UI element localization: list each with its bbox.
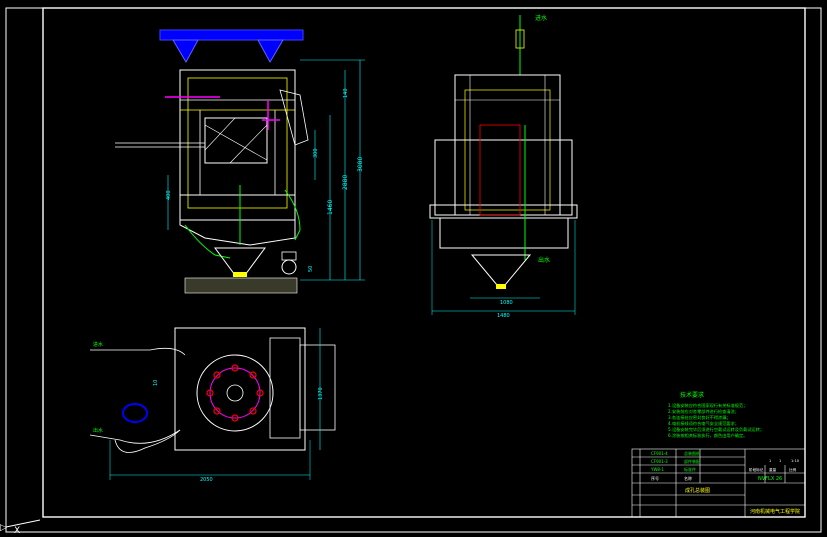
plan-left-top-note: 进水: [93, 341, 103, 348]
plan-dim-width: 2050: [200, 477, 213, 483]
plan-left-bottom-note: 出水: [93, 427, 103, 434]
plan-hose-top: [90, 347, 186, 356]
note-line-1: 1.设备安装应符合国家现行有关标准规范；: [668, 402, 747, 409]
tb-scale-1: 1: [769, 459, 771, 463]
tb-drawing-name: 成孔总装图: [685, 487, 710, 494]
dim-text-bottom: 50: [308, 266, 314, 272]
plan-dim-height: 1370: [318, 387, 324, 400]
plan-view: 进水 出水 2050 1370 10: [89, 327, 336, 483]
dim-text-inner: 1460: [327, 200, 334, 215]
front-side-note: 出水: [538, 256, 550, 264]
note-line-5: 5.设备安装完毕后须进行空载试运转及负载试运转；: [668, 426, 764, 433]
rotor-hub: [226, 384, 244, 402]
plan-right-block: [269, 337, 301, 439]
drum-front: [479, 124, 521, 216]
frame-slant: [279, 89, 309, 146]
machine-frame: [179, 69, 296, 221]
tb-code: NVFLX 26: [758, 476, 782, 482]
blue-coil: [122, 403, 148, 423]
front-base: [429, 204, 578, 219]
front-tank: [439, 217, 569, 249]
corner-axis-mark: ▷: [0, 523, 7, 533]
tb-company: 河南机械电气工程学院: [750, 508, 800, 515]
tb-row-left-3: YW8-1: [650, 467, 664, 472]
side-view: 3080 2880 1460 140 300 400 50: [115, 29, 365, 294]
green-hose-left: [184, 224, 231, 259]
tb-right-cell-2: 重量: [769, 467, 777, 472]
tb-row-mid-1: 总装图纸: [684, 450, 700, 456]
note-line-6: 6.涂装按相关标准执行，颜色由用户确定。: [668, 432, 747, 439]
front-funnel: [470, 254, 532, 286]
ground-slab: [184, 277, 298, 294]
tb-row-left-2: CF901-3: [651, 459, 668, 464]
tb-row-mid-4: 名称: [684, 475, 692, 481]
note-line-2: 2.安装前应对各零部件进行检查清洗；: [668, 408, 739, 415]
drum-hatch: [229, 124, 268, 164]
dim-text-total: 3080: [357, 157, 364, 172]
plan-dim-small: 10: [153, 380, 159, 386]
corner-x-mark: X: [14, 526, 20, 536]
front-nozzle: [496, 284, 506, 289]
tb-row-mid-3: 标准件: [684, 466, 696, 472]
tb-row-left-4: 序号: [651, 475, 659, 481]
drum-hatch: [204, 117, 236, 151]
plan-outer-frame: [174, 327, 306, 451]
tb-scale-3: 1:10: [791, 459, 800, 463]
note-line-4: 4.电机接线须符合电气安全规范要求；: [668, 420, 739, 427]
funnel-nozzle: [233, 272, 247, 277]
dim-text-height: 2880: [342, 175, 349, 190]
tb-row-mid-2: 部件装配: [684, 458, 700, 464]
top-support-beam: [159, 29, 304, 41]
plan-hose-bottom: [89, 429, 181, 444]
front-inner-frame: [464, 89, 551, 211]
notes-title: 技术要求: [680, 391, 704, 399]
wheel: [281, 259, 297, 275]
tb-right-cell-3: 比例: [789, 467, 797, 472]
drum-hatch: [204, 124, 268, 161]
right-bracket: [257, 39, 284, 64]
rotor-inner: [209, 367, 261, 419]
note-line-3: 3.各连接处应密封良好不得渗漏；: [668, 414, 731, 421]
cad-drawing-canvas: ▷ X 3080 2880 1460 140 300 400 50 进水 148…: [0, 7, 822, 536]
front-view: 进水 1480 1080 出水: [429, 14, 578, 319]
frame-diagonal-mark: [5, 519, 41, 528]
front-dim-inner: 1080: [500, 300, 513, 306]
dim-text-left: 400: [166, 190, 172, 200]
tb-right-cell-1: 阶段标记: [749, 467, 764, 472]
tb-scale-2: 1: [779, 459, 781, 463]
dim-text-small: 140: [343, 88, 349, 98]
wheel-mount: [281, 251, 297, 261]
front-dim-width: 1480: [497, 313, 510, 319]
left-bracket: [172, 39, 199, 64]
technical-notes: 技术要求 1.设备安装应符合国家现行有关标准规范； 2.安装前应对各零部件进行检…: [668, 391, 764, 439]
top-note: 进水: [535, 14, 547, 22]
front-upper-frame: [454, 74, 561, 216]
tb-row-left-1: CF901-4: [651, 451, 668, 456]
discharge-funnel: [214, 247, 266, 276]
rotor-teeth: [206, 364, 264, 422]
dim-text-mid: 300: [313, 148, 319, 158]
rotor-outer: [196, 354, 274, 432]
front-wide-body: [434, 139, 573, 216]
